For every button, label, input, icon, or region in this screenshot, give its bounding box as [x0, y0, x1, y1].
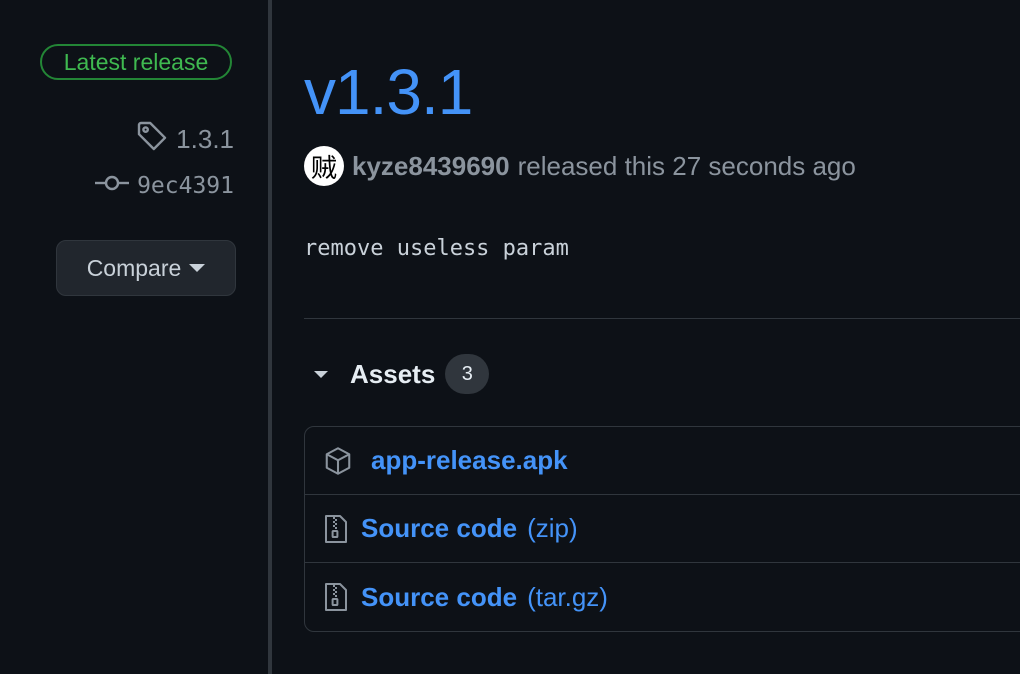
- release-description: remove useless param: [304, 236, 569, 261]
- compare-label: Compare: [86, 254, 182, 281]
- package-icon: [323, 445, 353, 477]
- asset-format[interactable]: (tar.gz): [527, 582, 608, 613]
- assets-list: app-release.apk Source code (zip) Source…: [304, 426, 1020, 632]
- commit-sha: 9ec4391: [137, 173, 234, 199]
- tag-label: 1.3.1: [176, 124, 234, 154]
- tag-icon: [136, 120, 176, 159]
- asset-row[interactable]: app-release.apk: [305, 427, 1020, 495]
- avatar[interactable]: 贼: [304, 146, 344, 186]
- release-sidebar: Latest release 1.3.1 9ec4391 Compare: [0, 0, 268, 674]
- asset-link[interactable]: app-release.apk: [371, 445, 568, 476]
- tag-link[interactable]: 1.3.1: [136, 120, 234, 159]
- git-commit-icon: [95, 173, 137, 199]
- assets-toggle[interactable]: Assets 3: [304, 354, 490, 394]
- asset-link[interactable]: Source code: [361, 513, 517, 544]
- chevron-down-icon: [189, 264, 206, 272]
- triangle-down-icon: [314, 370, 328, 378]
- sidebar-divider: [268, 0, 272, 674]
- release-main: v1.3.1 贼 kyze8439690 released this 27 se…: [304, 0, 1020, 674]
- commit-link[interactable]: 9ec4391: [95, 173, 234, 199]
- author-link[interactable]: kyze8439690: [352, 151, 510, 182]
- asset-row[interactable]: Source code (tar.gz): [305, 563, 1020, 631]
- release-title[interactable]: v1.3.1: [304, 52, 473, 132]
- assets-label: Assets: [350, 358, 436, 389]
- release-byline: 贼 kyze8439690 released this 27 seconds a…: [304, 146, 856, 186]
- asset-link[interactable]: Source code: [361, 582, 517, 613]
- file-zip-icon: [323, 581, 349, 613]
- asset-row[interactable]: Source code (zip): [305, 495, 1020, 563]
- asset-format[interactable]: (zip): [527, 513, 578, 544]
- file-zip-icon: [323, 513, 349, 545]
- compare-button[interactable]: Compare: [56, 240, 236, 296]
- latest-release-badge: Latest release: [40, 44, 232, 80]
- released-text: released this 27 seconds ago: [517, 150, 856, 181]
- assets-count-badge: 3: [445, 354, 490, 394]
- section-divider: [304, 318, 1020, 319]
